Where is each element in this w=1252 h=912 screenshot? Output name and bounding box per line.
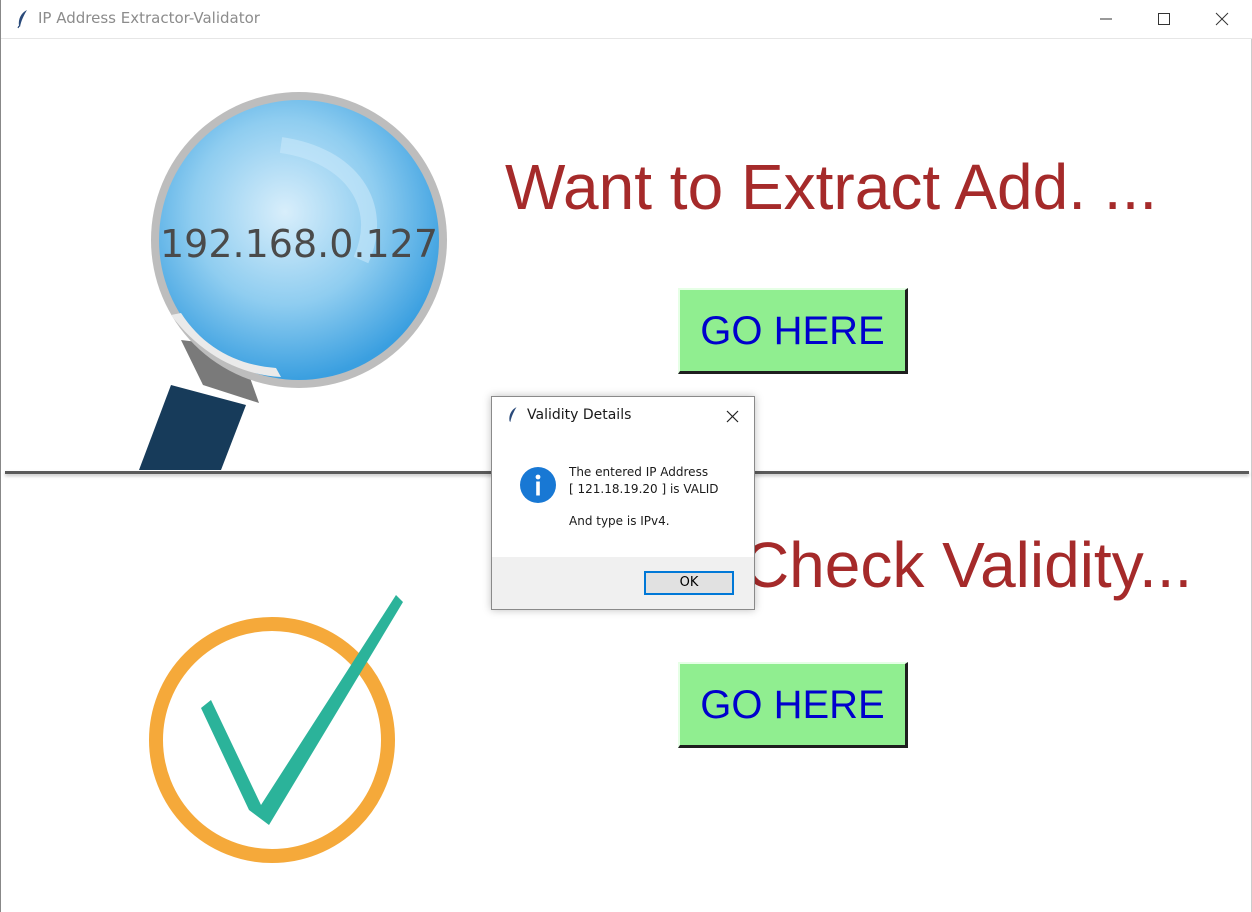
dialog-title-bar[interactable]: Validity Details: [492, 397, 754, 433]
close-icon: [1215, 12, 1229, 26]
dialog-message-line-3: And type is IPv4.: [569, 514, 670, 528]
info-icon: [520, 467, 556, 503]
title-bar[interactable]: IP Address Extractor-Validator: [1, 0, 1252, 39]
maximize-button[interactable]: [1135, 0, 1193, 38]
minimize-icon: [1100, 18, 1112, 20]
extract-heading: Want to Extract Add. ...: [505, 151, 1158, 223]
maximize-icon: [1158, 13, 1170, 25]
checkmark-image: [149, 595, 403, 863]
magnifier-image: 192.168.0.127: [139, 92, 447, 470]
main-window: IP Address Extractor-Validator 192.168.0…: [0, 0, 1252, 912]
window-title: IP Address Extractor-Validator: [38, 9, 260, 27]
feather-icon: [509, 407, 517, 422]
dialog-message-line-2: [ 121.18.19.20 ] is VALID: [569, 482, 719, 496]
feather-icon: [17, 10, 27, 29]
validity-go-button[interactable]: GO HERE: [678, 662, 908, 748]
dialog-footer: OK: [492, 557, 754, 609]
close-window-button[interactable]: [1193, 0, 1251, 38]
dialog-close-button[interactable]: [716, 401, 748, 431]
extract-go-button[interactable]: GO HERE: [678, 288, 908, 374]
magnifier-ip-text: 192.168.0.127: [160, 222, 438, 266]
validity-dialog: Validity Details The entered IP Address …: [491, 396, 755, 610]
dialog-title: Validity Details: [527, 407, 632, 423]
dialog-message-line-1: The entered IP Address: [569, 465, 709, 479]
minimize-button[interactable]: [1077, 0, 1135, 38]
close-icon: [726, 410, 739, 423]
ok-button[interactable]: OK: [644, 571, 734, 595]
